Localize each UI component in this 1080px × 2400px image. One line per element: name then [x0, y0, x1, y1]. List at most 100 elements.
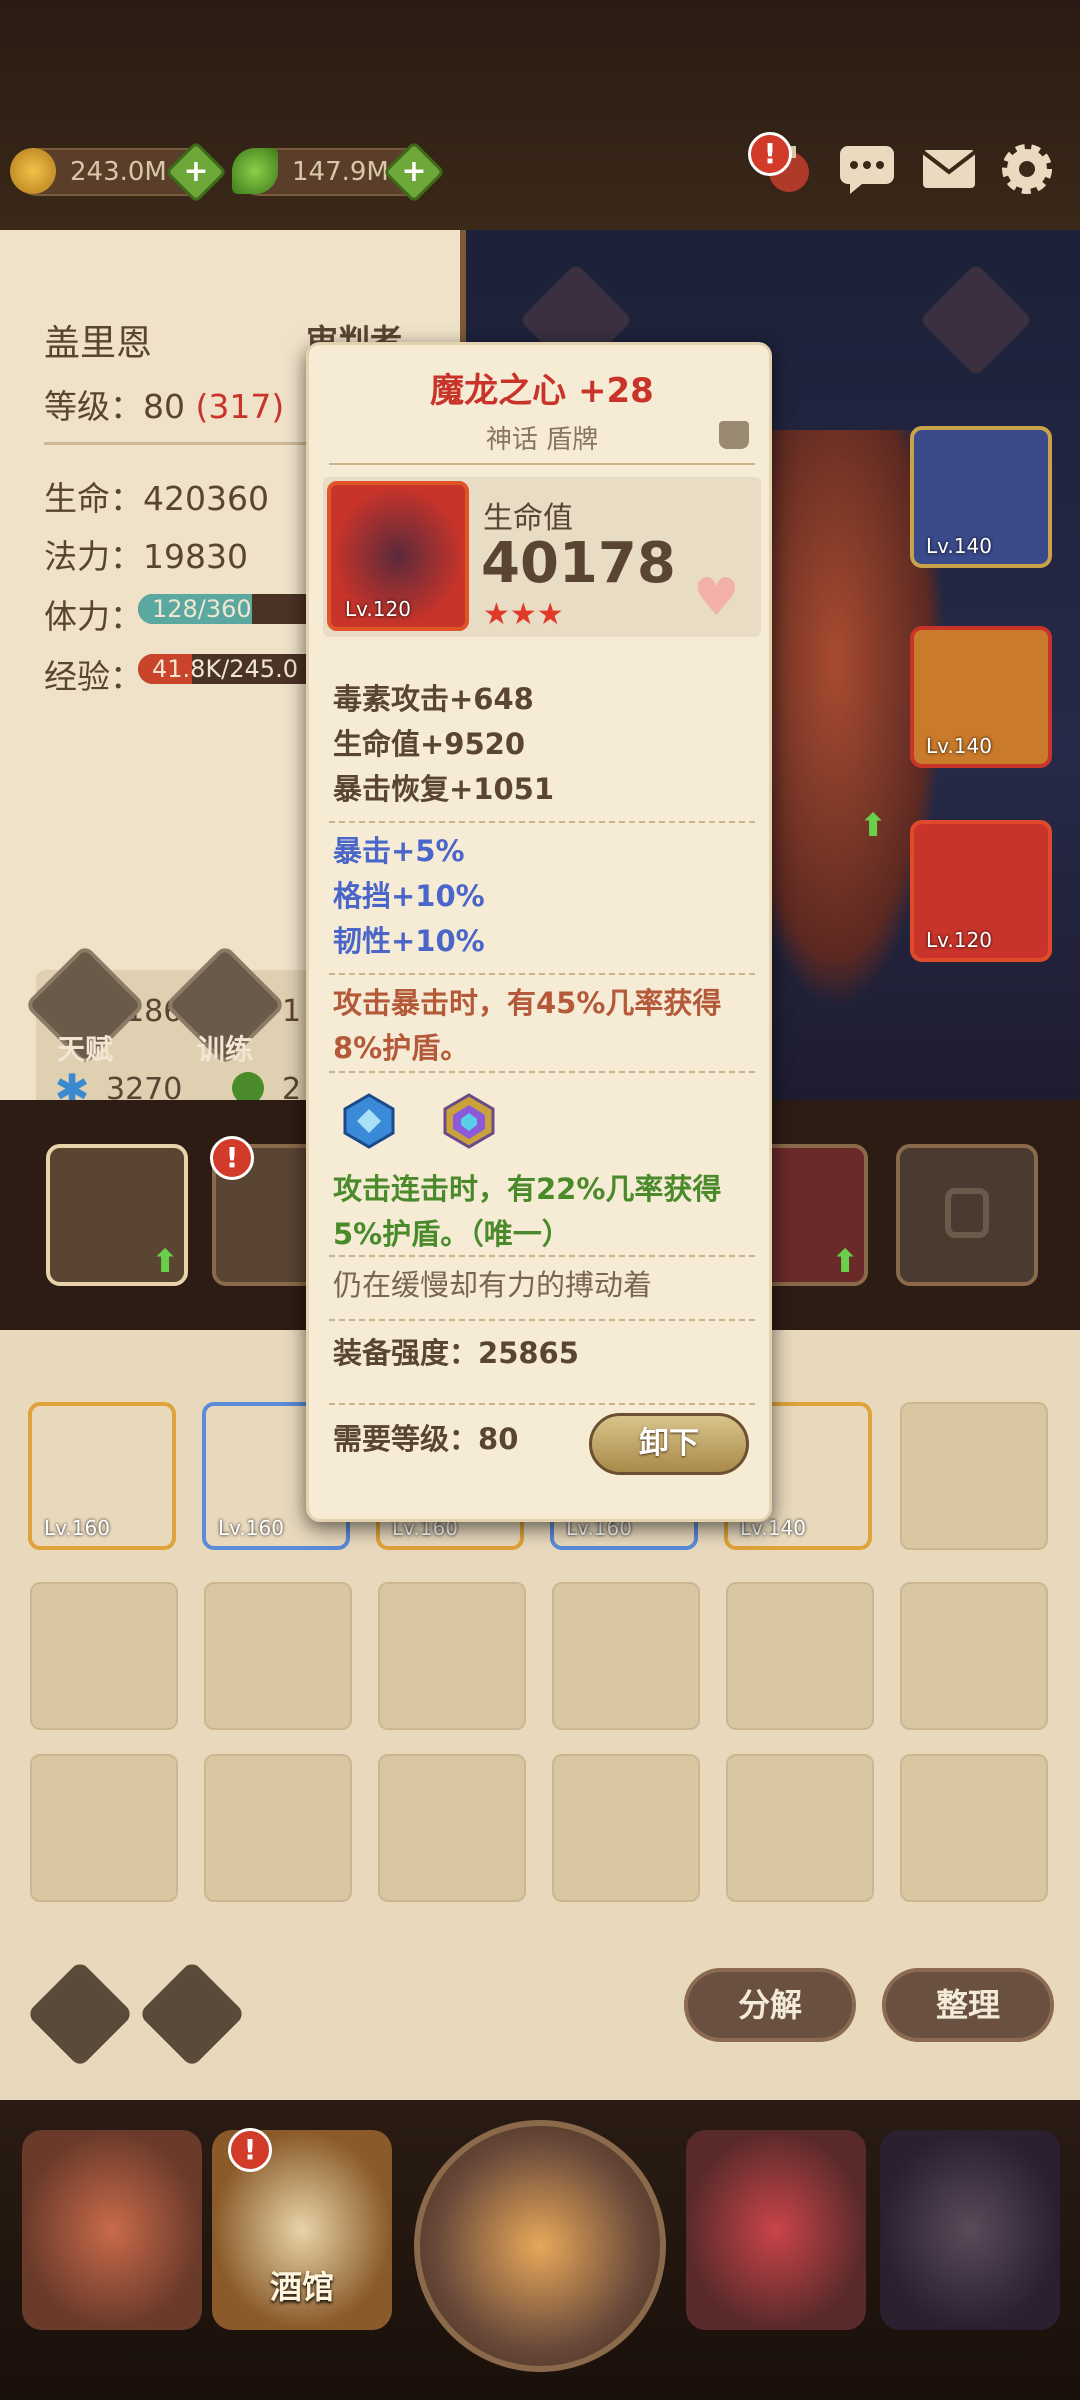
gem-effect: 攻击连击时，有22%几率获得5%护盾。（唯一） [333, 1172, 722, 1251]
hero-name: 盖里恩 [44, 323, 153, 364]
required-level-label: 需要等级： [333, 1422, 479, 1456]
required-level-value: 80 [478, 1422, 519, 1456]
notification-badge: ! [748, 132, 792, 176]
decompose-button[interactable]: 分解 [684, 1968, 856, 2042]
slot-level: Lv.120 [926, 928, 992, 952]
bonus-stat: 暴击+5% [333, 834, 465, 868]
divider [329, 463, 755, 465]
rainbow-gem-icon [439, 1091, 499, 1151]
mp-label: 法力： [44, 537, 143, 576]
item-subtitle: 神话 盾牌 [485, 425, 599, 455]
empty-slot[interactable] [204, 1582, 352, 1730]
locked-hero-slot[interactable] [896, 1144, 1038, 1286]
empty-slot[interactable] [900, 1582, 1048, 1730]
power-label: 装备强度： [333, 1336, 479, 1370]
empty-slot[interactable] [552, 1582, 700, 1730]
item-level: Lv.120 [345, 597, 411, 621]
power-value: 25865 [478, 1336, 579, 1370]
mail-icon[interactable] [920, 142, 978, 196]
hero-alert-badge: ! [210, 1136, 254, 1180]
stamina-value: 128/360 [152, 595, 252, 623]
level-label: 等级： [44, 387, 143, 426]
inventory-item[interactable]: Lv.160 [28, 1402, 176, 1550]
required-level-row: 需要等级：80 [333, 1417, 518, 1462]
armor-filter-button[interactable] [138, 1960, 246, 2068]
item-level: Lv.160 [44, 1516, 110, 1540]
divider [329, 973, 755, 975]
empty-slot[interactable] [204, 1754, 352, 1902]
level-value: 80 [143, 387, 185, 426]
stamina-label: 体力： [44, 597, 143, 636]
shirt-icon [719, 421, 749, 449]
fire-value: 1 [282, 994, 302, 1029]
power-row: 装备强度：25865 [333, 1331, 579, 1376]
empty-slot[interactable] [30, 1754, 178, 1902]
nav-arena[interactable] [686, 2130, 866, 2330]
divider [329, 821, 755, 823]
hp-value: 420360 [143, 479, 269, 518]
bonus-stat: 格挡+10% [333, 879, 485, 913]
helmet-filter-button[interactable] [26, 1960, 134, 2068]
exp-value: 41.8K/245.0 [152, 655, 298, 683]
divider [329, 1403, 755, 1405]
base-stat: 毒素攻击+648 [333, 682, 534, 716]
tavern-alert-badge: ! [228, 2128, 272, 2172]
bottom-navigation: 酒馆 ! [0, 2100, 1080, 2400]
empty-slot[interactable] [900, 1402, 1048, 1550]
empty-slot[interactable] [552, 1754, 700, 1902]
slot-level: Lv.140 [926, 534, 992, 558]
hp-label: 生命： [44, 479, 143, 518]
divider [329, 1319, 755, 1321]
upgrade-arrow-icon: ⬆ [859, 806, 887, 844]
leaf-gem-icon [232, 148, 278, 194]
item-stars: ★★★ [483, 597, 564, 632]
gold-amount: 243.0M [70, 157, 167, 187]
divider [329, 1071, 755, 1073]
nav-home[interactable] [22, 2130, 202, 2330]
hero-level-row: 等级：80 (317) [44, 380, 284, 428]
sort-button[interactable]: 整理 [882, 1968, 1054, 2042]
equip-slot-3[interactable]: Lv.120 [910, 820, 1052, 962]
main-stat-value: 40178 [481, 531, 676, 596]
nav-forge[interactable] [880, 2130, 1060, 2330]
talent-label: 天赋 [56, 1033, 113, 1066]
equip-slot-2[interactable]: Lv.140 [910, 626, 1052, 768]
exp-label: 经验： [44, 657, 143, 696]
empty-slot[interactable] [726, 1582, 874, 1730]
empty-slot[interactable] [30, 1582, 178, 1730]
item-title: 魔龙之心 +28 [430, 371, 654, 411]
slot-level: Lv.140 [926, 734, 992, 758]
nav-adventure[interactable] [414, 2120, 666, 2372]
top-bar: 243.0M + 147.9M + ! [0, 0, 1080, 230]
upgrade-arrow-icon: ⬆ [831, 1242, 859, 1280]
lock-icon [945, 1188, 989, 1238]
mp-value: 19830 [143, 537, 248, 576]
equip-slot-1[interactable]: Lv.140 [910, 426, 1052, 568]
blue-gem-icon [339, 1091, 399, 1151]
empty-slot[interactable] [378, 1582, 526, 1730]
level-extra: (317) [195, 387, 285, 426]
main-stat-box: Lv.120 生命值 40178 ★★★ ♥ [323, 477, 761, 637]
flavor-text: 仍在缓慢却有力的搏动着 [333, 1268, 653, 1302]
gold-coin-icon [10, 148, 56, 194]
item-icon: Lv.120 [327, 481, 469, 631]
item-detail-popup: 魔龙之心 +28 神话 盾牌 Lv.120 生命值 40178 ★★★ ♥ 毒素… [306, 342, 772, 1522]
mp-row: 法力：19830 [44, 530, 248, 578]
special-effect: 攻击暴击时，有45%几率获得8%护盾。 [333, 986, 722, 1065]
divider [329, 1255, 755, 1257]
chat-icon[interactable] [838, 142, 896, 196]
base-stat: 生命值+9520 [333, 727, 526, 761]
tavern-label: 酒馆 [269, 2268, 334, 2306]
settings-gear-icon[interactable] [998, 142, 1056, 196]
training-label: 训练 [196, 1033, 253, 1066]
empty-slot[interactable] [726, 1754, 874, 1902]
empty-slot[interactable] [378, 1754, 526, 1902]
empty-slot[interactable] [900, 1754, 1048, 1902]
item-level: Lv.160 [218, 1516, 284, 1540]
bonus-stat: 韧性+10% [333, 924, 485, 958]
book-slot-icon[interactable] [919, 263, 1033, 377]
upgrade-arrow-icon: ⬆ [151, 1242, 179, 1280]
unequip-button[interactable]: 卸下 [589, 1413, 749, 1475]
heart-icon: ♥ [693, 568, 740, 628]
gem-amount: 147.9M [292, 157, 389, 187]
